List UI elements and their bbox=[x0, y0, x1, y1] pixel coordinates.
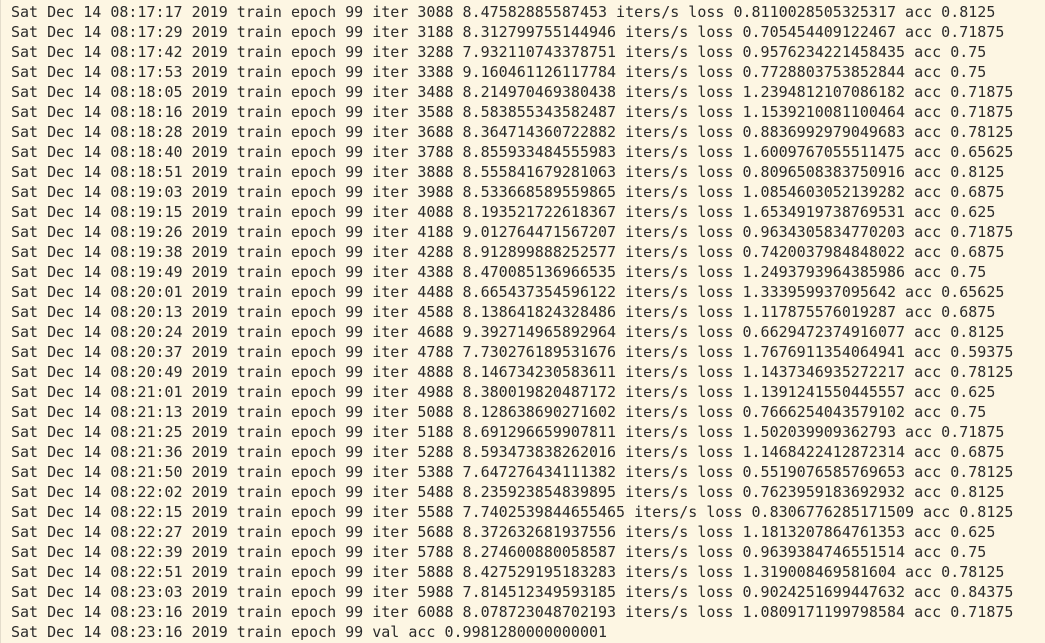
log-line: Sat Dec 14 08:23:03 2019 train epoch 99 … bbox=[11, 583, 1014, 601]
log-line: Sat Dec 14 08:17:29 2019 train epoch 99 … bbox=[11, 23, 1005, 41]
log-line: Sat Dec 14 08:22:15 2019 train epoch 99 … bbox=[11, 503, 1014, 521]
log-line: Sat Dec 14 08:22:02 2019 train epoch 99 … bbox=[11, 483, 1005, 501]
log-line: Sat Dec 14 08:21:13 2019 train epoch 99 … bbox=[11, 403, 987, 421]
log-lines: Sat Dec 14 08:17:17 2019 train epoch 99 … bbox=[11, 2, 1013, 642]
log-line: Sat Dec 14 08:20:24 2019 train epoch 99 … bbox=[11, 323, 1005, 341]
log-line: Sat Dec 14 08:19:15 2019 train epoch 99 … bbox=[11, 203, 996, 221]
log-line: Sat Dec 14 08:19:38 2019 train epoch 99 … bbox=[11, 243, 1005, 261]
log-line: Sat Dec 14 08:19:03 2019 train epoch 99 … bbox=[11, 183, 1005, 201]
log-line: Sat Dec 14 08:18:16 2019 train epoch 99 … bbox=[11, 103, 1014, 121]
log-line: Sat Dec 14 08:19:49 2019 train epoch 99 … bbox=[11, 263, 987, 281]
training-log-output[interactable]: Sat Dec 14 08:17:17 2019 train epoch 99 … bbox=[0, 0, 1045, 643]
log-line: Sat Dec 14 08:22:39 2019 train epoch 99 … bbox=[11, 543, 987, 561]
log-line: Sat Dec 14 08:20:49 2019 train epoch 99 … bbox=[11, 363, 1014, 381]
log-line: Sat Dec 14 08:18:40 2019 train epoch 99 … bbox=[11, 143, 1014, 161]
log-line: Sat Dec 14 08:22:51 2019 train epoch 99 … bbox=[11, 563, 1005, 581]
log-line: Sat Dec 14 08:17:17 2019 train epoch 99 … bbox=[11, 3, 996, 21]
log-line: Sat Dec 14 08:19:26 2019 train epoch 99 … bbox=[11, 223, 1014, 241]
log-line: Sat Dec 14 08:17:42 2019 train epoch 99 … bbox=[11, 43, 987, 61]
log-line: Sat Dec 14 08:17:53 2019 train epoch 99 … bbox=[11, 63, 987, 81]
log-line: Sat Dec 14 08:21:25 2019 train epoch 99 … bbox=[11, 423, 1005, 441]
log-line: Sat Dec 14 08:23:16 2019 train epoch 99 … bbox=[11, 623, 608, 641]
log-line: Sat Dec 14 08:21:50 2019 train epoch 99 … bbox=[11, 463, 1014, 481]
log-line: Sat Dec 14 08:18:05 2019 train epoch 99 … bbox=[11, 83, 1014, 101]
log-line: Sat Dec 14 08:18:51 2019 train epoch 99 … bbox=[11, 163, 1005, 181]
log-line: Sat Dec 14 08:18:28 2019 train epoch 99 … bbox=[11, 123, 1014, 141]
log-line: Sat Dec 14 08:22:27 2019 train epoch 99 … bbox=[11, 523, 996, 541]
log-line: Sat Dec 14 08:20:37 2019 train epoch 99 … bbox=[11, 343, 1014, 361]
log-line: Sat Dec 14 08:23:16 2019 train epoch 99 … bbox=[11, 603, 1014, 621]
log-line: Sat Dec 14 08:20:13 2019 train epoch 99 … bbox=[11, 303, 996, 321]
log-line: Sat Dec 14 08:21:36 2019 train epoch 99 … bbox=[11, 443, 1005, 461]
log-line: Sat Dec 14 08:20:01 2019 train epoch 99 … bbox=[11, 283, 1005, 301]
log-line: Sat Dec 14 08:21:01 2019 train epoch 99 … bbox=[11, 383, 996, 401]
